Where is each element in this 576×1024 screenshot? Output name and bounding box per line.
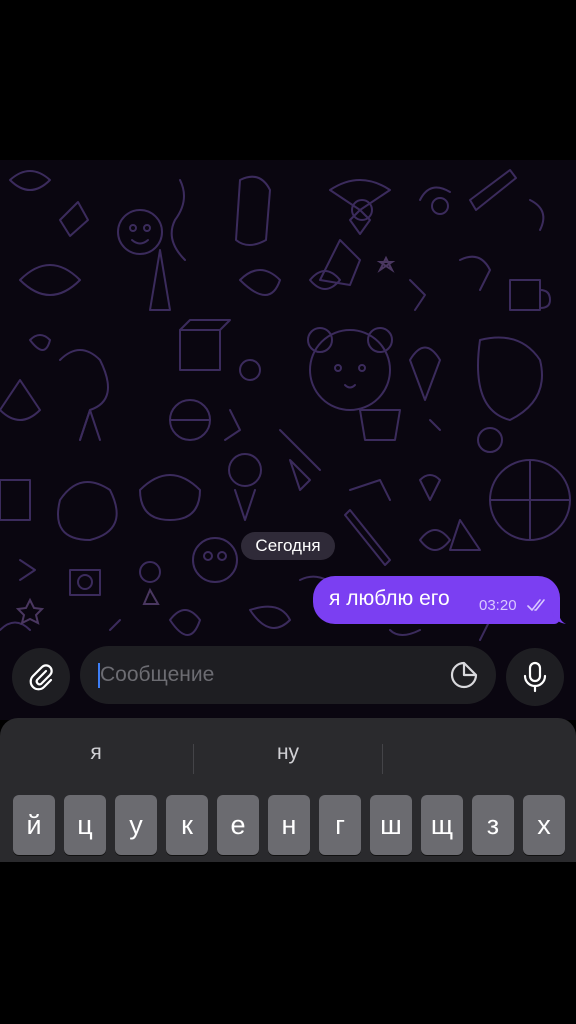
date-separator: Сегодня [241, 532, 335, 560]
message-bubble-outgoing[interactable]: я люблю его 03:20 [313, 576, 560, 624]
message-time: 03:20 [479, 597, 517, 614]
bubble-tail [552, 612, 566, 624]
key[interactable]: ш [370, 795, 412, 855]
key[interactable]: г [319, 795, 361, 855]
voice-message-button[interactable] [506, 648, 564, 706]
paperclip-icon [29, 664, 53, 691]
keyboard: я ну йцукенгшщзх [0, 718, 576, 862]
double-check-icon [527, 599, 545, 611]
suggestion-item[interactable]: я [0, 728, 192, 778]
microphone-icon [523, 661, 547, 693]
suggestion-item[interactable]: ну [194, 728, 382, 778]
key[interactable]: з [472, 795, 514, 855]
key[interactable]: х [523, 795, 565, 855]
suggestion-bar: я ну [0, 728, 576, 778]
key[interactable]: у [115, 795, 157, 855]
key[interactable]: н [268, 795, 310, 855]
key[interactable]: щ [421, 795, 463, 855]
key[interactable]: ц [64, 795, 106, 855]
attach-button[interactable] [12, 648, 70, 706]
key[interactable]: й [13, 795, 55, 855]
message-input-placeholder: Сообщение [100, 663, 215, 686]
message-input[interactable]: Сообщение [80, 646, 496, 704]
doodle-wallpaper [0, 169, 571, 681]
chat-area: Сегодня я люблю его 03:20 [0, 160, 576, 720]
key[interactable]: е [217, 795, 259, 855]
message-text: я люблю его [329, 587, 450, 610]
suggestion-item[interactable] [383, 728, 576, 778]
sticker-icon[interactable] [450, 661, 478, 689]
key[interactable]: к [166, 795, 208, 855]
